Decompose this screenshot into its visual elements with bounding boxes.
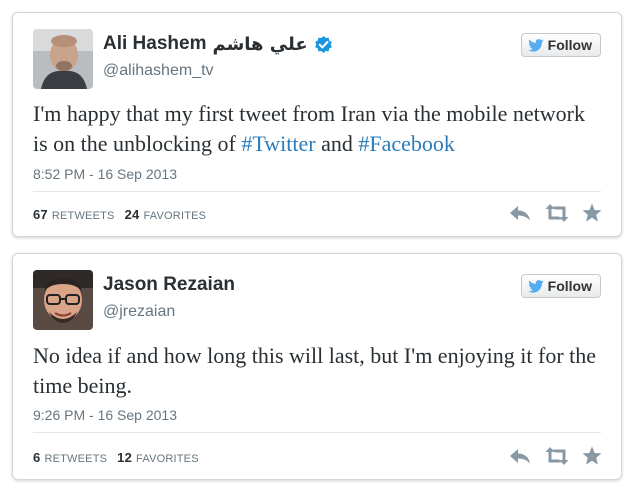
retweets-count[interactable]: 67 xyxy=(33,207,48,222)
favorites-count[interactable]: 24 xyxy=(125,207,140,222)
handle[interactable]: @alihashem_tv xyxy=(103,62,214,80)
tweet-stats: 6 RETWEETS 12 FAVORITES xyxy=(33,450,205,465)
retweets-label[interactable]: RETWEETS xyxy=(52,210,115,222)
retweets-label[interactable]: RETWEETS xyxy=(44,453,107,465)
follow-button-label: Follow xyxy=(547,37,592,53)
retweets-count[interactable]: 6 xyxy=(33,450,40,465)
display-name-text: Jason Rezaian xyxy=(103,274,235,295)
reply-icon[interactable] xyxy=(509,203,531,223)
tweet-text: I'm happy that my first tweet from Iran … xyxy=(33,99,601,159)
tweet-card: Ali Hashem علي هاشم @alihashem_tv Follow… xyxy=(12,12,622,237)
tweet-card: Jason Rezaian @jrezaian Follow No idea i… xyxy=(12,253,622,480)
tweet-actions xyxy=(509,203,603,223)
reply-icon[interactable] xyxy=(509,446,531,466)
twitter-bird-icon xyxy=(527,279,544,293)
twitter-bird-icon xyxy=(527,38,544,52)
follow-button-label: Follow xyxy=(547,278,592,294)
tweet-stats: 67 RETWEETS 24 FAVORITES xyxy=(33,207,212,222)
timestamp[interactable]: 8:52 PM - 16 Sep 2013 xyxy=(33,166,177,182)
favorites-label[interactable]: FAVORITES xyxy=(143,210,206,222)
follow-button[interactable]: Follow xyxy=(520,274,601,298)
display-name[interactable]: Jason Rezaian xyxy=(103,274,235,296)
display-name[interactable]: Ali Hashem علي هاشم xyxy=(103,33,333,55)
tweet-text: No idea if and how long this will last, … xyxy=(33,343,597,398)
tweet-actions xyxy=(509,446,603,466)
star-icon[interactable] xyxy=(581,203,603,223)
favorites-label[interactable]: FAVORITES xyxy=(136,453,199,465)
hashtag-link[interactable]: #Facebook xyxy=(358,131,455,156)
timestamp[interactable]: 9:26 PM - 16 Sep 2013 xyxy=(33,407,177,423)
display-name-text: Ali Hashem xyxy=(103,33,207,54)
retweet-icon[interactable] xyxy=(545,203,569,223)
verified-badge-icon xyxy=(314,35,333,54)
divider xyxy=(33,191,601,192)
star-icon[interactable] xyxy=(581,446,603,466)
avatar[interactable] xyxy=(33,270,93,330)
retweet-icon[interactable] xyxy=(545,446,569,466)
tweet-text-part: and xyxy=(315,131,359,156)
handle[interactable]: @jrezaian xyxy=(103,303,175,321)
follow-button[interactable]: Follow xyxy=(520,33,601,57)
divider xyxy=(33,432,601,433)
favorites-count[interactable]: 12 xyxy=(117,450,132,465)
avatar[interactable] xyxy=(33,29,93,89)
alt-name-text: علي هاشم xyxy=(212,33,308,55)
hashtag-link[interactable]: #Twitter xyxy=(241,131,315,156)
